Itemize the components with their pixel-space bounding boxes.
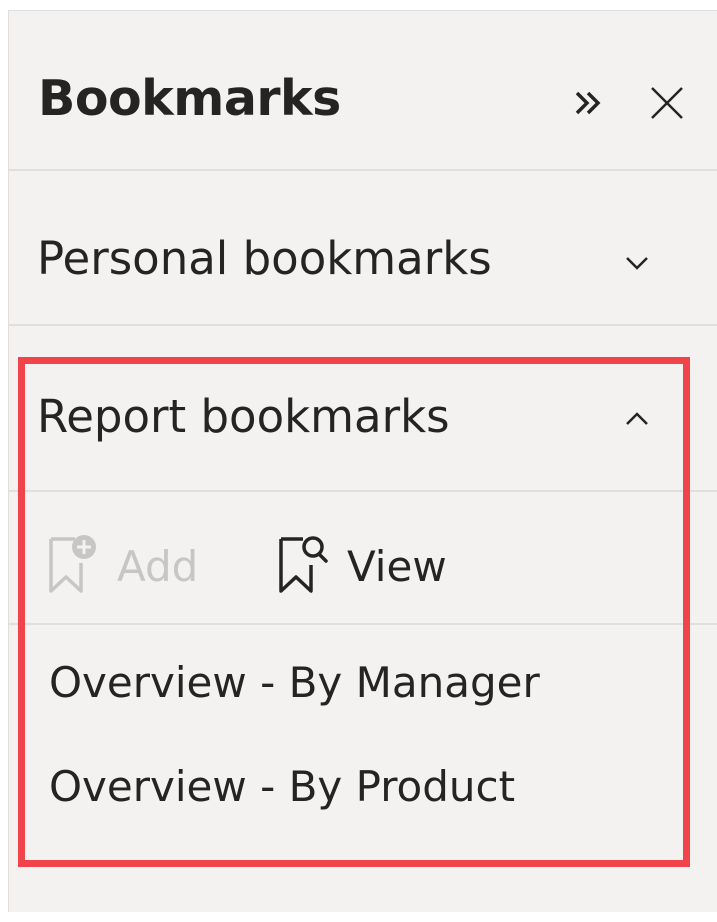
view-bookmarks-button[interactable]: View — [277, 531, 467, 601]
bookmarks-pane: Bookmarks Personal bookmarks Report book… — [8, 10, 717, 912]
section-label: Report bookmarks — [37, 390, 450, 443]
divider — [9, 490, 717, 492]
bookmark-item[interactable]: Overview - By Manager — [49, 655, 540, 711]
bookmark-view-icon — [279, 536, 328, 593]
chevron-up-icon — [626, 412, 648, 425]
add-bookmark-button[interactable]: Add — [47, 531, 217, 601]
pane-title: Bookmarks — [38, 70, 341, 127]
add-label: Add — [117, 542, 199, 591]
view-label: View — [347, 542, 447, 591]
personal-bookmarks-header[interactable]: Personal bookmarks — [9, 181, 717, 301]
divider — [9, 169, 717, 171]
close-pane-button[interactable] — [647, 83, 687, 123]
bookmark-item[interactable]: Overview - By Product — [49, 759, 515, 815]
double-chevron-right-icon — [575, 91, 601, 115]
divider — [9, 623, 717, 625]
expand-pane-button[interactable] — [569, 83, 609, 123]
bookmark-add-icon — [49, 535, 96, 593]
chevron-down-icon — [626, 257, 648, 270]
report-bookmarks-header[interactable]: Report bookmarks — [9, 341, 717, 461]
divider — [9, 324, 717, 326]
close-icon — [651, 87, 683, 119]
section-label: Personal bookmarks — [37, 232, 492, 285]
